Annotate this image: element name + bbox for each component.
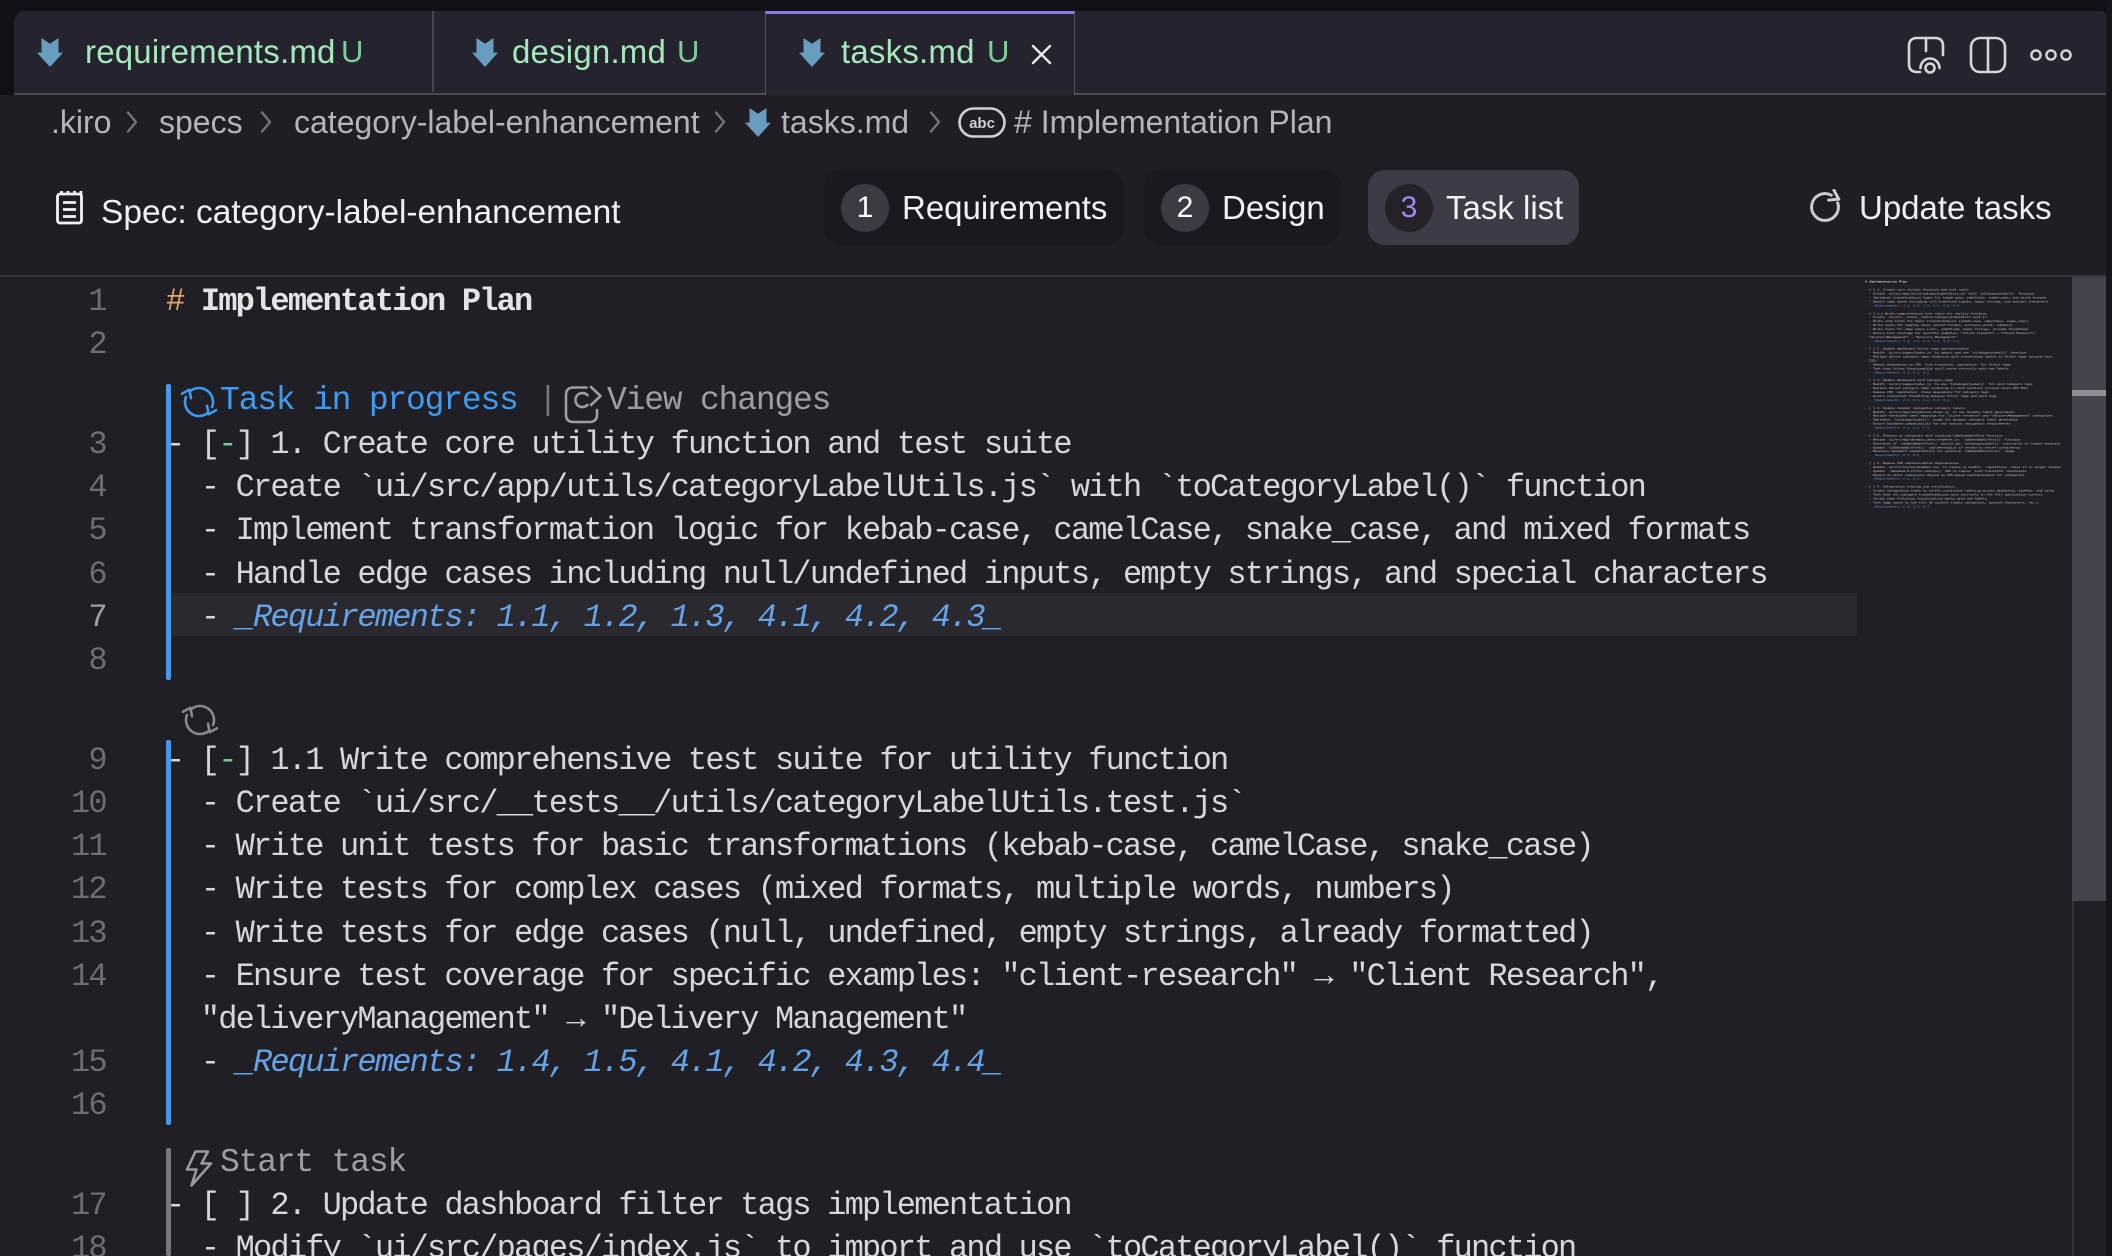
svg-text:abc: abc	[969, 115, 995, 132]
